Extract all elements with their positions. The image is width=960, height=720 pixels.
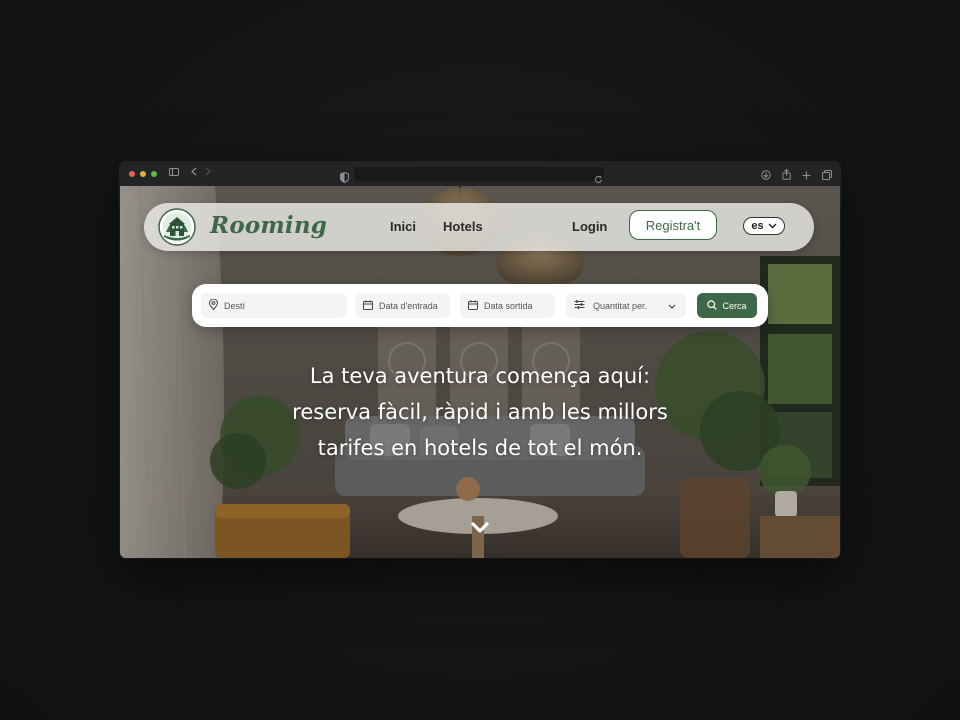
window-controls (129, 171, 157, 177)
browser-toolbar (120, 162, 840, 186)
share-icon[interactable] (782, 165, 791, 184)
register-button-label: Registra't (645, 217, 701, 233)
downloads-icon[interactable] (761, 165, 771, 184)
location-pin-icon (208, 298, 219, 312)
checkin-date-field[interactable]: Data d'entrada (355, 293, 450, 318)
nav-link-login[interactable]: Login (572, 219, 607, 234)
nav-link-hotels[interactable]: Hotels (443, 219, 483, 234)
hero-headline-line: La teva aventura comença aquí: (309, 364, 651, 388)
sliders-icon (574, 300, 585, 311)
browser-window: Rooming Inici Hotels Login Registra't es… (120, 162, 840, 558)
search-button[interactable]: Cerca (697, 293, 757, 318)
search-bar: Destí Data d'entrada Data sortida Quanti… (192, 284, 768, 327)
language-selector[interactable]: es (743, 217, 785, 235)
hero-section: Rooming Inici Hotels Login Registra't es… (120, 186, 840, 558)
calendar-icon (363, 299, 373, 312)
privacy-shield-icon[interactable] (340, 168, 349, 187)
checkin-placeholder: Data d'entrada (379, 300, 438, 311)
sidebar-toggle-icon[interactable] (169, 162, 179, 186)
hero-headline: La teva aventura comença aquí: reserva f… (230, 358, 730, 466)
register-button[interactable]: Registra't (629, 210, 717, 240)
close-window-button[interactable] (129, 171, 135, 177)
back-icon[interactable] (191, 162, 197, 186)
language-selector-value: es (751, 220, 764, 232)
minimize-window-button[interactable] (140, 171, 146, 177)
chevron-down-icon (768, 220, 777, 232)
address-bar[interactable] (354, 167, 604, 181)
rooming-logo-icon[interactable] (158, 208, 196, 246)
hero-headline-line: reserva fàcil, ràpid i amb les millors (292, 400, 668, 424)
new-tab-icon[interactable] (802, 165, 811, 184)
guests-placeholder: Quantitat per. (593, 300, 648, 311)
search-icon (707, 299, 718, 312)
destination-placeholder: Destí (224, 300, 246, 311)
checkout-placeholder: Data sortida (484, 300, 533, 311)
chevron-down-icon (668, 301, 676, 311)
calendar-icon (468, 299, 478, 312)
scroll-down-chevron-icon[interactable] (470, 520, 490, 534)
maximize-window-button[interactable] (151, 171, 157, 177)
brand-name[interactable]: Rooming (210, 212, 327, 239)
top-navbar: Rooming Inici Hotels Login Registra't es (144, 203, 814, 251)
hero-headline-line: tarifes en hotels de tot el món. (317, 436, 643, 460)
search-button-label: Cerca (722, 300, 747, 311)
forward-icon[interactable] (205, 162, 211, 186)
destination-field[interactable]: Destí (201, 293, 347, 318)
checkout-date-field[interactable]: Data sortida (460, 293, 555, 318)
tab-overview-icon[interactable] (822, 165, 832, 184)
nav-link-home[interactable]: Inici (390, 219, 416, 234)
guests-field[interactable]: Quantitat per. (566, 293, 686, 318)
